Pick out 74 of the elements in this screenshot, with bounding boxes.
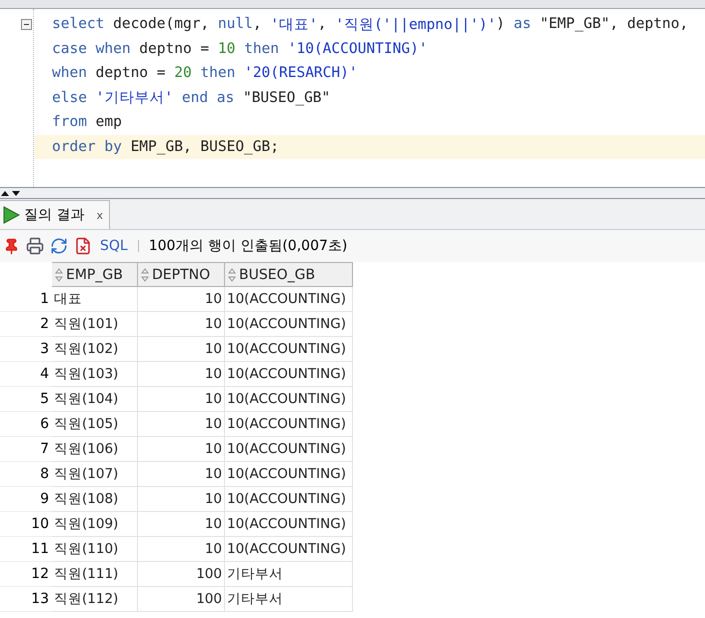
row-number: 13 <box>0 587 52 612</box>
table-cell: 10(ACCOUNTING) <box>225 337 353 362</box>
column-header[interactable]: BUSEO_GB <box>225 262 353 287</box>
row-number: 1 <box>0 287 52 312</box>
delete-icon[interactable] <box>74 237 92 255</box>
status-text: 100개의 행이 인출됨(0,007초) <box>148 237 348 255</box>
sql-link[interactable]: SQL <box>100 238 128 254</box>
table-cell: 10(ACCOUNTING) <box>225 387 353 412</box>
code-line: from emp <box>51 113 123 132</box>
row-number: 8 <box>0 462 52 487</box>
table-cell: 직원(111) <box>52 562 138 587</box>
table-cell: 10(ACCOUNTING) <box>225 462 353 487</box>
table-cell: 직원(101) <box>52 312 138 337</box>
code-line: select decode(mgr, null, '대표', '직원('||empno||')') as "EMP_GB", deptno, <box>51 15 690 35</box>
table-cell: 10(ACCOUNTING) <box>225 312 353 337</box>
table-cell: 10(ACCOUNTING) <box>225 362 353 387</box>
split-arrows-icon[interactable] <box>0 190 22 196</box>
table-cell: 직원(102) <box>52 337 138 362</box>
table-cell: 10 <box>138 362 225 387</box>
row-number: 7 <box>0 437 52 462</box>
refresh-icon[interactable] <box>50 237 68 255</box>
row-number: 3 <box>0 337 52 362</box>
table-cell: 10 <box>138 412 225 437</box>
close-icon[interactable]: x <box>96 208 103 222</box>
table-cell: 직원(105) <box>52 412 138 437</box>
table-cell: 10 <box>138 337 225 362</box>
results-tab[interactable]: 질의 결과 x <box>0 200 110 229</box>
table-cell: 10(ACCOUNTING) <box>225 437 353 462</box>
table-cell: 10 <box>138 487 225 512</box>
table-cell: 직원(103) <box>52 362 138 387</box>
code-line: else '기타부서' end as "BUSEO_GB" <box>51 88 332 108</box>
collapse-icon[interactable] <box>21 18 32 30</box>
table-cell: 직원(109) <box>52 512 138 537</box>
table-cell: 직원(110) <box>52 537 138 562</box>
row-number: 6 <box>0 412 52 437</box>
table-cell: 10 <box>138 462 225 487</box>
row-number: 11 <box>0 537 52 562</box>
table-cell: 직원(104) <box>52 387 138 412</box>
sort-icon[interactable] <box>228 268 236 282</box>
table-cell: 10 <box>138 537 225 562</box>
table-cell: 기타부서 <box>225 587 353 612</box>
table-cell: 10(ACCOUNTING) <box>225 287 353 312</box>
table-cell: 직원(108) <box>52 487 138 512</box>
column-header[interactable]: DEPTNO <box>138 262 225 287</box>
table-cell: 100 <box>138 587 225 612</box>
row-number: 5 <box>0 387 52 412</box>
sort-icon[interactable] <box>141 268 149 282</box>
sort-icon[interactable] <box>55 268 63 282</box>
table-cell: 100 <box>138 562 225 587</box>
row-number: 10 <box>0 512 52 537</box>
table-cell: 기타부서 <box>225 562 353 587</box>
table-cell: 10(ACCOUNTING) <box>225 487 353 512</box>
row-number: 4 <box>0 362 52 387</box>
row-number: 12 <box>0 562 52 587</box>
table-cell: 직원(106) <box>52 437 138 462</box>
table-cell: 직원(112) <box>52 587 138 612</box>
column-header[interactable]: EMP_GB <box>52 262 138 287</box>
printer-icon[interactable] <box>26 237 44 255</box>
code-line: when deptno = 20 then '20(RESARCH)' <box>51 64 359 84</box>
play-icon <box>2 206 20 224</box>
table-cell: 10 <box>138 512 225 537</box>
row-number: 9 <box>0 487 52 512</box>
code-line: case when deptno = 10 then '10(ACCOUNTING)' <box>51 40 428 59</box>
row-number: 2 <box>0 312 52 337</box>
table-cell: 10(ACCOUNTING) <box>225 537 353 562</box>
table-cell: 10 <box>138 287 225 312</box>
table-cell: 10 <box>138 312 225 337</box>
table-cell: 대표 <box>52 287 138 312</box>
table-cell: 직원(107) <box>52 462 138 487</box>
table-cell: 10 <box>138 387 225 412</box>
table-cell: 10 <box>138 437 225 462</box>
table-cell: 10(ACCOUNTING) <box>225 412 353 437</box>
table-cell: 10(ACCOUNTING) <box>225 512 353 537</box>
pin-icon[interactable] <box>3 238 20 254</box>
